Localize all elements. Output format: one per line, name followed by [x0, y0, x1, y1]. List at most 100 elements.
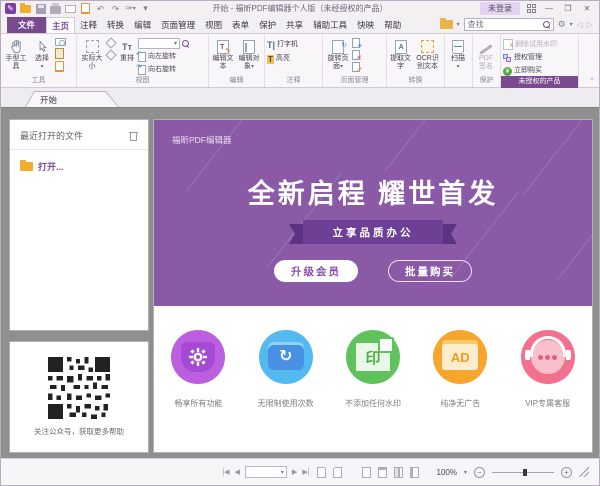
group-label-pages: 页面管理 — [340, 77, 369, 84]
search-icon[interactable] — [542, 21, 550, 28]
feature-no-ads: AD 纯净无广告 — [417, 330, 503, 452]
search-scope-dropdown-icon[interactable]: ▾ — [457, 21, 460, 28]
scan-dropdown-icon: ▾ — [456, 64, 460, 70]
tab-accessibility[interactable]: 辅助工具 — [308, 17, 352, 33]
edit-object-button[interactable]: 编辑对象▾ — [236, 37, 262, 72]
ocr-button[interactable]: OCR识别文本 — [413, 37, 442, 72]
settings-gear-icon[interactable]: ⚙ — [558, 20, 566, 29]
resize-grip[interactable] — [579, 467, 589, 477]
document-tab-start[interactable]: 开始 — [25, 91, 119, 107]
zoom-out-button[interactable]: − — [474, 466, 485, 478]
rotate-left-button[interactable]: ↶ 向左旋转 — [136, 51, 192, 62]
zoom-combobox[interactable]: ▾ — [138, 38, 180, 49]
continuous-layout-icon[interactable] — [377, 466, 387, 478]
headset-feature-icon — [520, 330, 575, 384]
zoom-in-button[interactable]: + — [561, 466, 572, 478]
extract-page-icon[interactable]: ↗ — [352, 62, 362, 74]
remove-trial-watermark-button[interactable]: 删除试用水印 — [503, 39, 557, 51]
close-button[interactable]: ✕ — [581, 4, 593, 13]
ink-sign-icon[interactable]: ✑ ▾ — [125, 3, 136, 14]
rotate-view-left-icon[interactable] — [316, 466, 326, 478]
tab-kuaiying[interactable]: 快映 — [352, 17, 379, 33]
select-tool-button[interactable]: 选择 ▾ — [30, 37, 54, 72]
rotate-right-button[interactable]: ↷ 向右旋转 — [136, 64, 192, 75]
ribbon-group-unlicensed: 删除试用水印 授权管理 ¥ 立即购买 未授权的产品 — [501, 34, 579, 88]
tab-file[interactable]: 文件 — [7, 17, 47, 33]
tab-share[interactable]: 共享 — [281, 17, 308, 33]
print-icon[interactable] — [50, 2, 61, 14]
history-back-icon[interactable]: ◁ — [577, 20, 583, 29]
gear-feature-icon — [171, 330, 226, 384]
feature-label: 无限制使用次数 — [257, 399, 314, 408]
loupe-icon[interactable] — [105, 49, 117, 61]
insert-page-icon[interactable]: + — [352, 38, 362, 50]
reflow-button[interactable]: Tᴛ 重排 — [117, 37, 137, 64]
tab-organize[interactable]: 页面管理 — [156, 17, 200, 33]
redo-icon[interactable]: ↷ — [110, 3, 121, 14]
extract-text-icon: A — [394, 38, 407, 55]
search-input[interactable] — [464, 20, 543, 29]
save-icon[interactable] — [35, 3, 46, 14]
clear-recent-trash-icon[interactable] — [129, 131, 138, 141]
apps-grid-icon[interactable] — [527, 4, 536, 13]
login-status-badge[interactable]: 未登录 — [480, 2, 520, 15]
tab-comment[interactable]: 注释 — [75, 17, 102, 33]
open-file-icon[interactable] — [20, 2, 31, 14]
clipboard-icon[interactable] — [55, 48, 64, 59]
two-page-continuous-layout-icon[interactable] — [409, 466, 419, 478]
scan-button[interactable]: 扫描 ▾ — [447, 37, 469, 72]
history-forward-icon[interactable]: ▷ — [587, 20, 593, 29]
rotate-pages-button[interactable]: ↻ 旋转页面▾ — [325, 37, 351, 72]
extract-text-button[interactable]: A 提取文字 — [389, 37, 412, 72]
delete-page-icon[interactable]: ✕ — [352, 50, 362, 62]
page-number-box[interactable]: ▾ — [244, 466, 287, 478]
next-page-icon[interactable]: ▶ — [292, 468, 297, 476]
undo-icon[interactable]: ↶ — [95, 3, 106, 14]
tab-form[interactable]: 表单 — [227, 17, 254, 33]
minimize-button[interactable]: — — [543, 4, 555, 13]
paste-icon[interactable] — [80, 3, 91, 14]
email-icon[interactable] — [65, 3, 76, 14]
bulk-purchase-button[interactable]: 批量购买 — [388, 260, 472, 282]
prev-page-icon[interactable]: ◀ — [235, 468, 240, 476]
tab-view[interactable]: 视图 — [200, 17, 227, 33]
edit-text-button[interactable]: T ✎ 编辑文本 — [211, 37, 235, 72]
customize-toolbar-icon[interactable]: ▾ — [140, 3, 151, 14]
collapse-ribbon-icon[interactable]: ⌃ — [589, 77, 595, 85]
hand-tool-button[interactable]: 手型工具 — [3, 37, 29, 72]
restore-button[interactable]: ❐ — [562, 4, 574, 13]
highlight-button[interactable]: T 高亮 — [267, 54, 298, 64]
zoom-out-icon[interactable] — [182, 40, 189, 47]
first-page-icon[interactable]: |◀ — [222, 468, 229, 476]
open-file-item[interactable]: 打开... — [10, 150, 148, 183]
zoom-slider-handle[interactable] — [523, 468, 527, 476]
rotate-pages-icon: ↻ — [332, 38, 347, 55]
actual-size-button[interactable]: 实际大小 — [79, 37, 105, 72]
feature-row: 畅享所有功能 ↻ 无限制使用次数 印 不添加任何水印 AD 纯净无广告 VIP专… — [154, 306, 592, 452]
tab-edit[interactable]: 编辑 — [129, 17, 156, 33]
tab-home[interactable]: 主页 — [46, 17, 76, 33]
ribbon-group-edit: T ✎ 编辑文本 编辑对象▾ 编辑 — [209, 34, 265, 87]
tab-help[interactable]: 帮助 — [379, 17, 406, 33]
two-page-layout-icon[interactable] — [393, 466, 403, 478]
pdf-sign-button[interactable]: PDF签名 — [475, 37, 497, 72]
last-page-icon[interactable]: ▶| — [302, 468, 309, 476]
buy-now-button[interactable]: ¥ 立即购买 — [503, 66, 557, 76]
rotate-view-right-icon[interactable] — [332, 466, 342, 478]
highlight-icon: T — [267, 54, 274, 64]
tab-convert[interactable]: 转换 — [102, 17, 129, 33]
banner-ribbon-badge: 立享品质办公 — [289, 220, 457, 244]
single-page-layout-icon[interactable] — [361, 466, 371, 478]
zoom-slider[interactable] — [492, 468, 554, 476]
search-scope-icon[interactable] — [439, 18, 453, 29]
upgrade-member-button[interactable]: 升级会员 — [274, 260, 358, 282]
zoom-dropdown-icon[interactable]: ▾ — [464, 469, 467, 476]
snapshot-icon[interactable] — [55, 38, 66, 46]
tab-protect[interactable]: 保护 — [254, 17, 281, 33]
paste-small-icon[interactable] — [55, 61, 64, 72]
qr-code-image — [48, 357, 110, 419]
settings-dropdown-icon[interactable]: ▾ — [570, 21, 573, 28]
typewriter-button[interactable]: T| 打字机 — [267, 40, 298, 50]
zoom-marquee-icon[interactable] — [105, 37, 117, 49]
license-manage-button[interactable]: 授权管理 — [503, 53, 557, 63]
